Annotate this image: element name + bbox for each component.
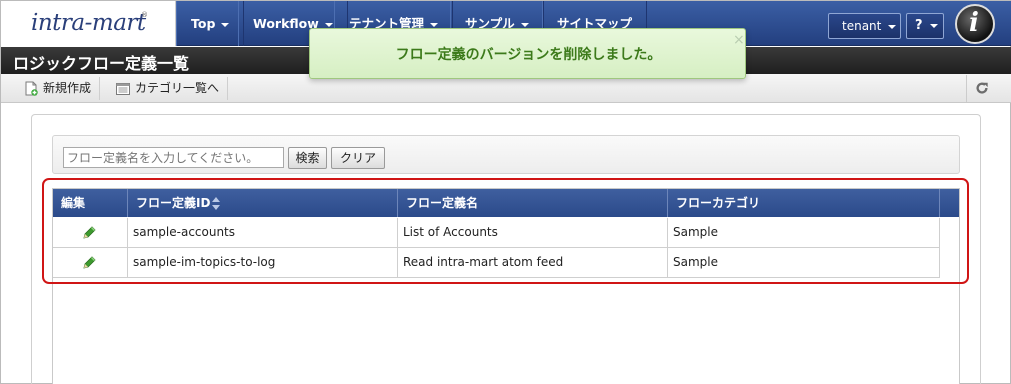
refresh-icon [976, 82, 988, 94]
refresh-button[interactable] [966, 75, 996, 102]
caret-down-icon [221, 22, 230, 27]
caret-down-icon [430, 22, 439, 27]
tenant-label: tenant [842, 19, 882, 33]
notification-message: フロー定義のバージョンを削除しました。 [395, 47, 662, 63]
clear-button[interactable]: クリア [331, 147, 385, 169]
new-create-label: 新規作成 [43, 81, 92, 95]
avatar-i-icon: i [969, 8, 979, 38]
close-icon[interactable]: × [733, 32, 745, 48]
tenant-dropdown-button[interactable]: tenant [828, 13, 901, 39]
logo-registered-mark: ® [141, 11, 148, 19]
logo-text: intra-mart [31, 10, 146, 36]
caret-down-icon [888, 24, 897, 29]
caret-down-icon [929, 23, 938, 28]
nav-menu-label: Top [191, 16, 216, 31]
caret-down-icon [520, 22, 529, 27]
help-dropdown-button[interactable]: ? [906, 13, 944, 39]
page-title: ロジックフロー定義一覧 [13, 54, 190, 73]
search-bar: 検索 クリア [52, 135, 960, 174]
intra-mart-logo[interactable]: intra-mart ® [1, 1, 176, 46]
caret-down-icon [324, 22, 333, 27]
highlight-annotation-box [42, 178, 969, 284]
nav-menu-top[interactable]: Top [176, 1, 245, 46]
new-document-icon [25, 81, 38, 96]
search-button[interactable]: 検索 [288, 147, 327, 169]
new-create-button[interactable]: 新規作成 [15, 77, 101, 100]
help-label: ? [915, 18, 923, 33]
clear-button-label: クリア [339, 151, 376, 165]
category-list-button[interactable]: カテゴリ一覧へ [107, 77, 229, 100]
user-avatar[interactable]: i [955, 4, 995, 44]
flow-name-search-input[interactable] [63, 147, 284, 168]
success-notification: フロー定義のバージョンを削除しました。 × [309, 28, 746, 79]
search-button-label: 検索 [295, 151, 320, 165]
list-window-icon [116, 83, 130, 95]
category-list-label: カテゴリ一覧へ [135, 81, 220, 95]
